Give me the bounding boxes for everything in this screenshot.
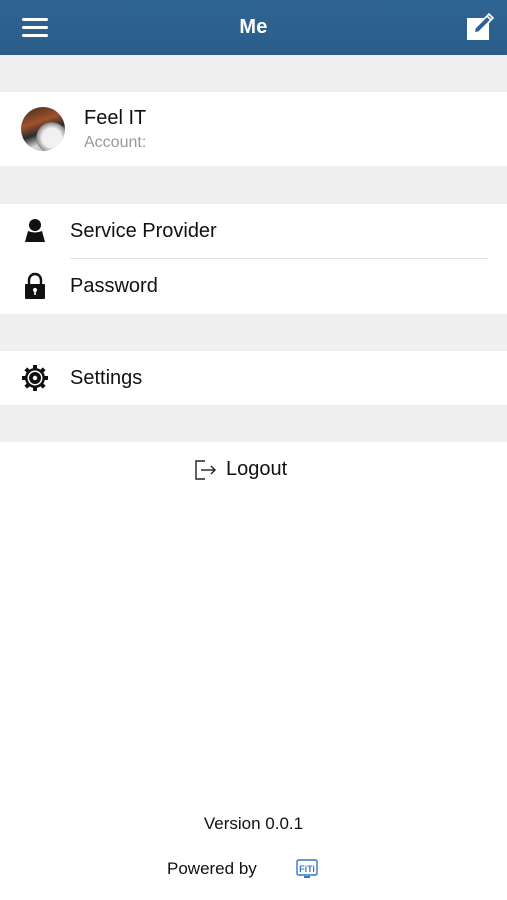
section-gap — [0, 405, 507, 442]
compose-icon[interactable] — [465, 12, 495, 42]
password-item[interactable]: Password — [0, 259, 507, 314]
settings-item[interactable]: Settings — [0, 351, 507, 405]
person-icon — [25, 219, 45, 242]
fiti-logo-icon: FiTi — [296, 859, 318, 878]
logout-label: Logout — [226, 458, 288, 480]
service-provider-label: Service Provider — [70, 220, 217, 242]
section-gap — [0, 166, 507, 204]
account-label: Account: — [84, 134, 147, 151]
settings-label: Settings — [70, 367, 143, 389]
profile-row[interactable]: Feel IT Account: — [0, 92, 507, 166]
svg-text:FiTi: FiTi — [299, 864, 315, 874]
logout-icon — [195, 459, 216, 480]
gear-icon — [22, 365, 48, 391]
settings-group: Settings — [0, 351, 507, 405]
logout-button[interactable]: Logout — [0, 442, 507, 497]
hamburger-menu-icon[interactable] — [22, 18, 48, 37]
profile-name: Feel IT — [84, 107, 147, 129]
account-group: Service Provider Password — [0, 204, 507, 314]
lock-icon — [25, 272, 45, 299]
service-provider-item[interactable]: Service Provider — [0, 204, 507, 259]
section-gap — [0, 314, 507, 351]
powered-by-text: Powered by — [167, 859, 257, 878]
password-label: Password — [70, 275, 158, 297]
page-title: Me — [239, 16, 268, 38]
section-gap — [0, 55, 507, 92]
avatar — [21, 107, 65, 151]
navigation-bar: Me — [0, 0, 507, 55]
version-text: Version 0.0.1 — [203, 814, 304, 833]
